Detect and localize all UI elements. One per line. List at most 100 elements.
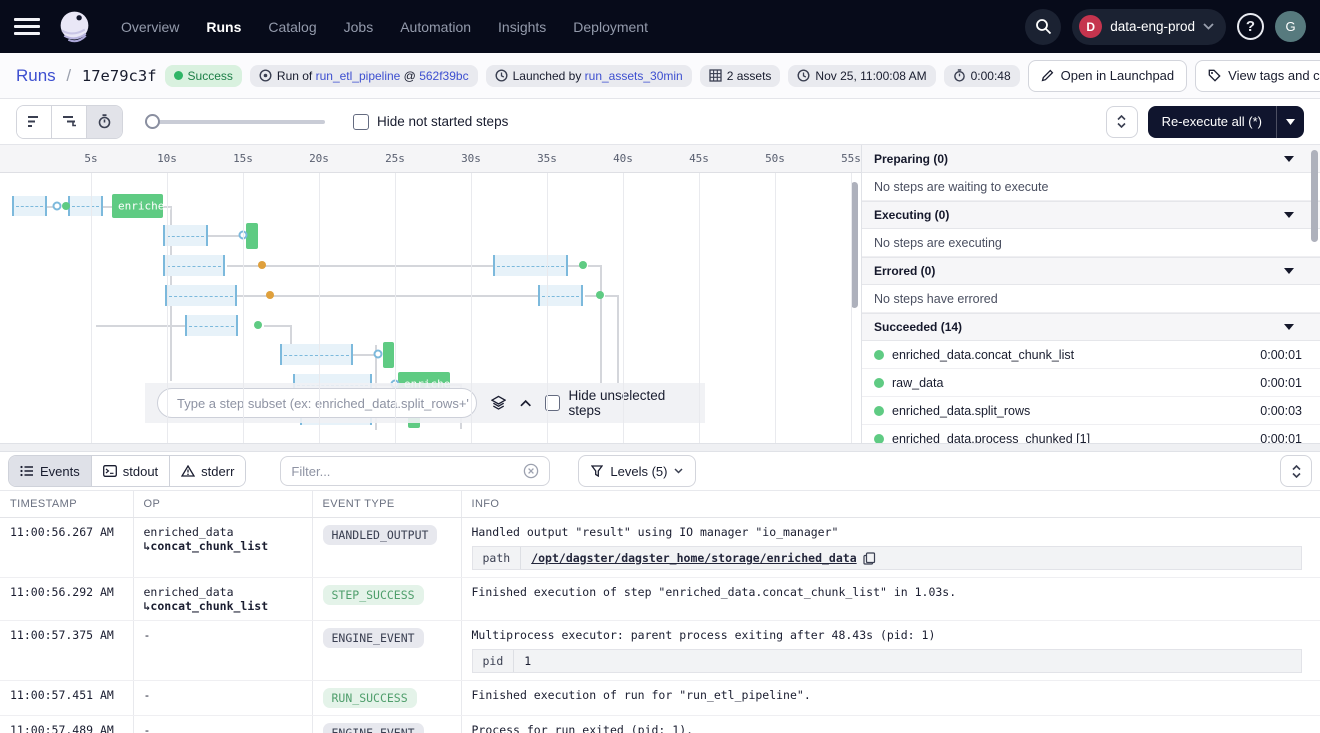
badge-text: Nov 25, 11:00:08 AM [815,69,926,83]
levels-dropdown-button[interactable]: Levels (5) [578,455,696,487]
view-timeline-button[interactable] [87,106,122,138]
gantt-step-bar[interactable] [493,255,568,276]
view-flat-button[interactable] [17,106,52,138]
gantt-gridline [395,173,396,443]
run-header: Runs / 17e79c3f Success Run of run_etl_p… [0,53,1320,99]
table-row[interactable]: 11:00:57.451 AM-RUN_SUCCESSFinished exec… [0,681,1320,716]
step-row[interactable]: enriched_data.concat_chunk_list0:00:01 [862,341,1320,369]
hide-not-started-checkbox[interactable]: Hide not started steps [353,114,508,130]
op-name: enriched_data [144,585,302,599]
expand-collapse-button[interactable] [1106,106,1138,138]
chevron-up-icon[interactable] [520,399,531,407]
gantt-connector-line [290,325,292,344]
gantt-connector-line [617,295,619,383]
reexecute-dropdown-button[interactable] [1276,106,1304,138]
nav-item-deployment[interactable]: Deployment [573,19,648,35]
cell-op: - [133,681,312,716]
section-empty-text: No steps have errored [862,285,1320,313]
cell-event-type: ENGINE_EVENT [312,621,461,681]
gantt-step-bar[interactable]: enriche… [112,194,163,218]
nav-item-catalog[interactable]: Catalog [268,19,316,35]
help-button[interactable]: ? [1237,13,1264,40]
gantt-step-bar[interactable] [538,285,583,306]
checkbox-icon [353,114,369,130]
section-header-preparing[interactable]: Preparing (0) [862,145,1320,173]
caret-down-icon [1286,119,1295,125]
header-badge: 0:00:48 [944,65,1020,87]
nav-item-runs[interactable]: Runs [206,19,241,35]
layers-icon[interactable] [491,395,506,411]
search-button[interactable] [1025,9,1061,45]
nav-item-jobs[interactable]: Jobs [344,19,374,35]
table-row[interactable]: 11:00:57.489 AM-ENGINE_EVENTProcess for … [0,716,1320,733]
section-header-executing[interactable]: Executing (0) [862,201,1320,229]
table-row[interactable]: 11:00:56.292 AMenriched_data↳concat_chun… [0,578,1320,621]
chevron-down-icon [1203,23,1214,30]
gantt-step-bar[interactable] [383,342,394,368]
tab-stdout[interactable]: stdout [92,456,170,486]
gantt-event-dot [579,261,587,269]
gantt-gridline [851,173,852,443]
header-badge: 2 assets [700,65,781,87]
step-row[interactable]: raw_data0:00:01 [862,369,1320,397]
badge-link[interactable]: 562f39bc [419,69,468,83]
gantt-connector-line [605,295,617,297]
panel-resize-divider[interactable] [0,443,1320,452]
tab-events[interactable]: Events [9,456,92,486]
gantt-step-bar[interactable] [165,285,237,306]
cell-timestamp: 11:00:56.292 AM [0,578,133,621]
nav-item-insights[interactable]: Insights [498,19,546,35]
zoom-slider[interactable] [145,114,325,130]
clear-filter-icon[interactable] [523,463,539,479]
scroll-to-top-bottom-button[interactable] [1280,455,1312,487]
open-in-launchpad-button[interactable]: Open in Launchpad [1028,60,1187,92]
event-info-text: Multiprocess executor: parent process ex… [472,628,1311,642]
header-badge: Run of run_etl_pipeline @ 562f39bc [250,65,478,87]
hide-unselected-checkbox[interactable]: Hide unselected steps [545,388,693,418]
badge-link[interactable]: run_assets_30min [585,69,683,83]
tab-stderr[interactable]: stderr [170,456,245,486]
gantt-connector-line [600,265,602,383]
gantt-step-bar[interactable] [12,196,47,216]
user-avatar[interactable]: G [1275,11,1306,42]
gantt-event-dot [53,202,62,211]
gantt-event-dot [374,350,383,359]
workspace-switcher[interactable]: D data-eng-prod [1072,9,1226,45]
slider-thumb[interactable] [145,114,160,129]
reexecute-all-button[interactable]: Re-execute all (*) [1148,106,1304,138]
view-tags-and-config-button[interactable]: View tags and config [1195,60,1320,92]
gantt-scrollbar[interactable] [851,182,858,308]
success-dot-icon [874,434,884,444]
gantt-step-bar[interactable] [246,223,258,249]
filter-input[interactable]: Filter... [280,456,550,486]
search-icon [1035,18,1052,35]
step-row[interactable]: enriched_data.split_rows0:00:03 [862,397,1320,425]
table-row[interactable]: 11:00:57.375 AM-ENGINE_EVENTMultiprocess… [0,621,1320,681]
panel-scrollbar[interactable] [1311,150,1318,242]
gantt-step-bar[interactable] [163,255,225,276]
table-row[interactable]: 11:00:56.267 AMenriched_data↳concat_chun… [0,518,1320,578]
breadcrumb-runs-link[interactable]: Runs [16,66,56,85]
nav-item-automation[interactable]: Automation [400,19,471,35]
gantt-step-bar[interactable] [163,225,208,246]
badge-text: 2 assets [727,69,772,83]
badge-text: Run of run_etl_pipeline @ 562f39bc [277,69,469,83]
section-header-succeeded[interactable]: Succeeded (14) [862,313,1320,341]
metadata-path-link[interactable]: /opt/dagster/dagster_home/storage/enrich… [531,551,856,565]
nav-item-overview[interactable]: Overview [121,19,179,35]
badge-link[interactable]: run_etl_pipeline [316,69,401,83]
step-subset-input[interactable]: Type a step subset (ex: enriched_data.sp… [157,388,477,418]
dagster-logo-icon[interactable] [56,8,93,45]
copy-icon[interactable] [863,552,876,565]
step-row[interactable]: enriched_data.process_chunked [1]0:00:01 [862,425,1320,443]
axis-tick-label: 20s [309,152,329,165]
hamburger-menu-icon[interactable] [14,14,40,40]
gantt-step-bar[interactable] [280,344,353,365]
gantt-chart[interactable]: 5s10s15s20s25s30s35s40s45s50s55s enriche… [0,145,862,443]
column-header-info: INFO [461,491,1320,518]
gantt-step-bar[interactable] [68,196,103,216]
view-waterfall-button[interactable] [52,106,87,138]
event-type-badge: HANDLED_OUTPUT [323,525,438,545]
gantt-step-bar[interactable] [185,315,238,336]
section-header-errored[interactable]: Errored (0) [862,257,1320,285]
